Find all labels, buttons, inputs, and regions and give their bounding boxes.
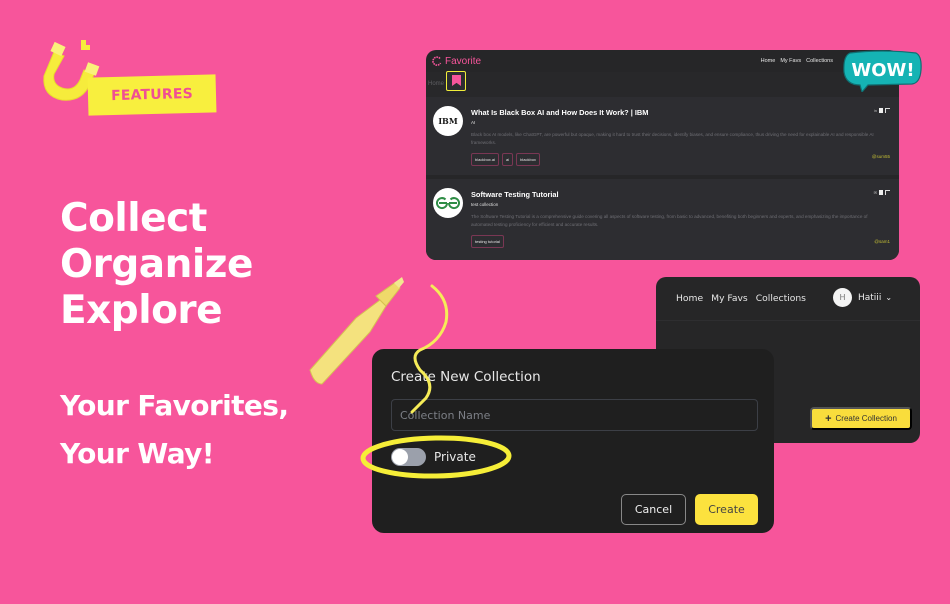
card-description: Black box AI models, like ChatGPT, are p… <box>471 132 874 145</box>
card-actions: in <box>874 108 890 113</box>
private-label: Private <box>434 450 476 464</box>
card-user[interactable]: @sum55 <box>872 154 890 159</box>
favorite-card[interactable]: Software Testing Tutorial test collectio… <box>426 179 899 260</box>
cancel-button[interactable]: Cancel <box>621 494 686 525</box>
site-logo <box>433 188 463 218</box>
favorites-feed-window: Favorite Home My Favs Collections Home I… <box>426 50 899 260</box>
bookmark-icon[interactable] <box>879 190 883 195</box>
plus-icon: + <box>825 412 832 425</box>
card-title[interactable]: Software Testing Tutorial <box>471 190 889 199</box>
geeksforgeeks-logo-icon <box>436 197 460 210</box>
bookmark-filled-icon <box>452 75 461 86</box>
mail-icon[interactable]: ✉ <box>874 190 877 195</box>
headline-line: Collect <box>60 196 207 241</box>
brand-logo[interactable]: Favorite <box>432 56 481 67</box>
nav-my-favs[interactable]: My Favs <box>780 58 801 64</box>
nav-collections[interactable]: Collections <box>756 293 806 304</box>
wow-text: WOW! <box>851 60 914 81</box>
flag-icon[interactable] <box>885 190 890 195</box>
card-tags: blackbox.ai ai blackbox <box>471 153 889 166</box>
create-button[interactable]: Create <box>695 494 758 525</box>
favorite-card[interactable]: IBM What Is Black Box AI and How Does It… <box>426 97 899 175</box>
bookmark-icon[interactable] <box>879 108 883 113</box>
feed-nav-links: Home My Favs Collections <box>761 58 833 64</box>
card-collection: test collection <box>471 202 499 207</box>
linkedin-icon[interactable]: in <box>874 108 877 113</box>
user-menu[interactable]: H Hatiii ⌄ <box>833 288 892 307</box>
nav-home[interactable]: Home <box>761 58 776 64</box>
create-collection-label: Create Collection <box>835 414 897 423</box>
card-actions: ✉ <box>874 190 890 195</box>
tag[interactable]: blackbox.ai <box>471 153 500 166</box>
nav-collections[interactable]: Collections <box>806 58 833 64</box>
headline: Collect Organize Explore <box>60 196 253 334</box>
tagline-line: Your Way! <box>60 437 215 470</box>
tag[interactable]: testing tutorial <box>471 235 504 248</box>
features-label: FEATURES <box>87 74 217 116</box>
card-tags: testing tutorial <box>471 235 889 248</box>
feed-navbar: Favorite Home My Favs Collections <box>426 50 899 72</box>
private-toggle[interactable] <box>391 448 426 466</box>
card-title[interactable]: What Is Black Box AI and How Does It Wor… <box>471 108 889 117</box>
create-collection-dialog: Create New Collection Private Cancel Cre… <box>372 349 774 533</box>
wow-speech-bubble: WOW! <box>843 50 922 92</box>
toggle-knob <box>392 449 408 465</box>
tagline: Your Favorites, Your Way! <box>60 382 289 478</box>
card-user[interactable]: @sam1 <box>874 239 890 244</box>
card-collection: AI <box>471 120 476 125</box>
avatar: H <box>833 288 852 307</box>
tag[interactable]: ai <box>502 153 514 166</box>
tagline-line: Your Favorites, <box>60 389 289 422</box>
collection-name-input[interactable] <box>391 399 758 431</box>
tag[interactable]: blackbox <box>516 153 540 166</box>
card-description: The Software Testing Tutorial is a compr… <box>471 214 868 227</box>
private-toggle-row: Private <box>391 448 476 466</box>
headline-line: Explore <box>60 288 223 333</box>
logo-icon <box>432 56 442 66</box>
user-name: Hatiii <box>858 292 882 303</box>
site-logo: IBM <box>433 106 463 136</box>
brand-name: Favorite <box>445 55 482 67</box>
headline-line: Organize <box>60 242 253 287</box>
chevron-down-icon: ⌄ <box>885 293 893 302</box>
breadcrumb[interactable]: Home <box>426 72 899 97</box>
flag-icon[interactable] <box>885 108 890 113</box>
nav-home[interactable]: Home <box>676 293 703 304</box>
features-badge: FEATURES <box>38 36 217 118</box>
create-collection-button[interactable]: + Create Collection <box>810 407 912 430</box>
dialog-title: Create New Collection <box>391 369 541 385</box>
nav-my-favs[interactable]: My Favs <box>711 293 748 304</box>
bookmark-highlight[interactable] <box>446 71 466 91</box>
